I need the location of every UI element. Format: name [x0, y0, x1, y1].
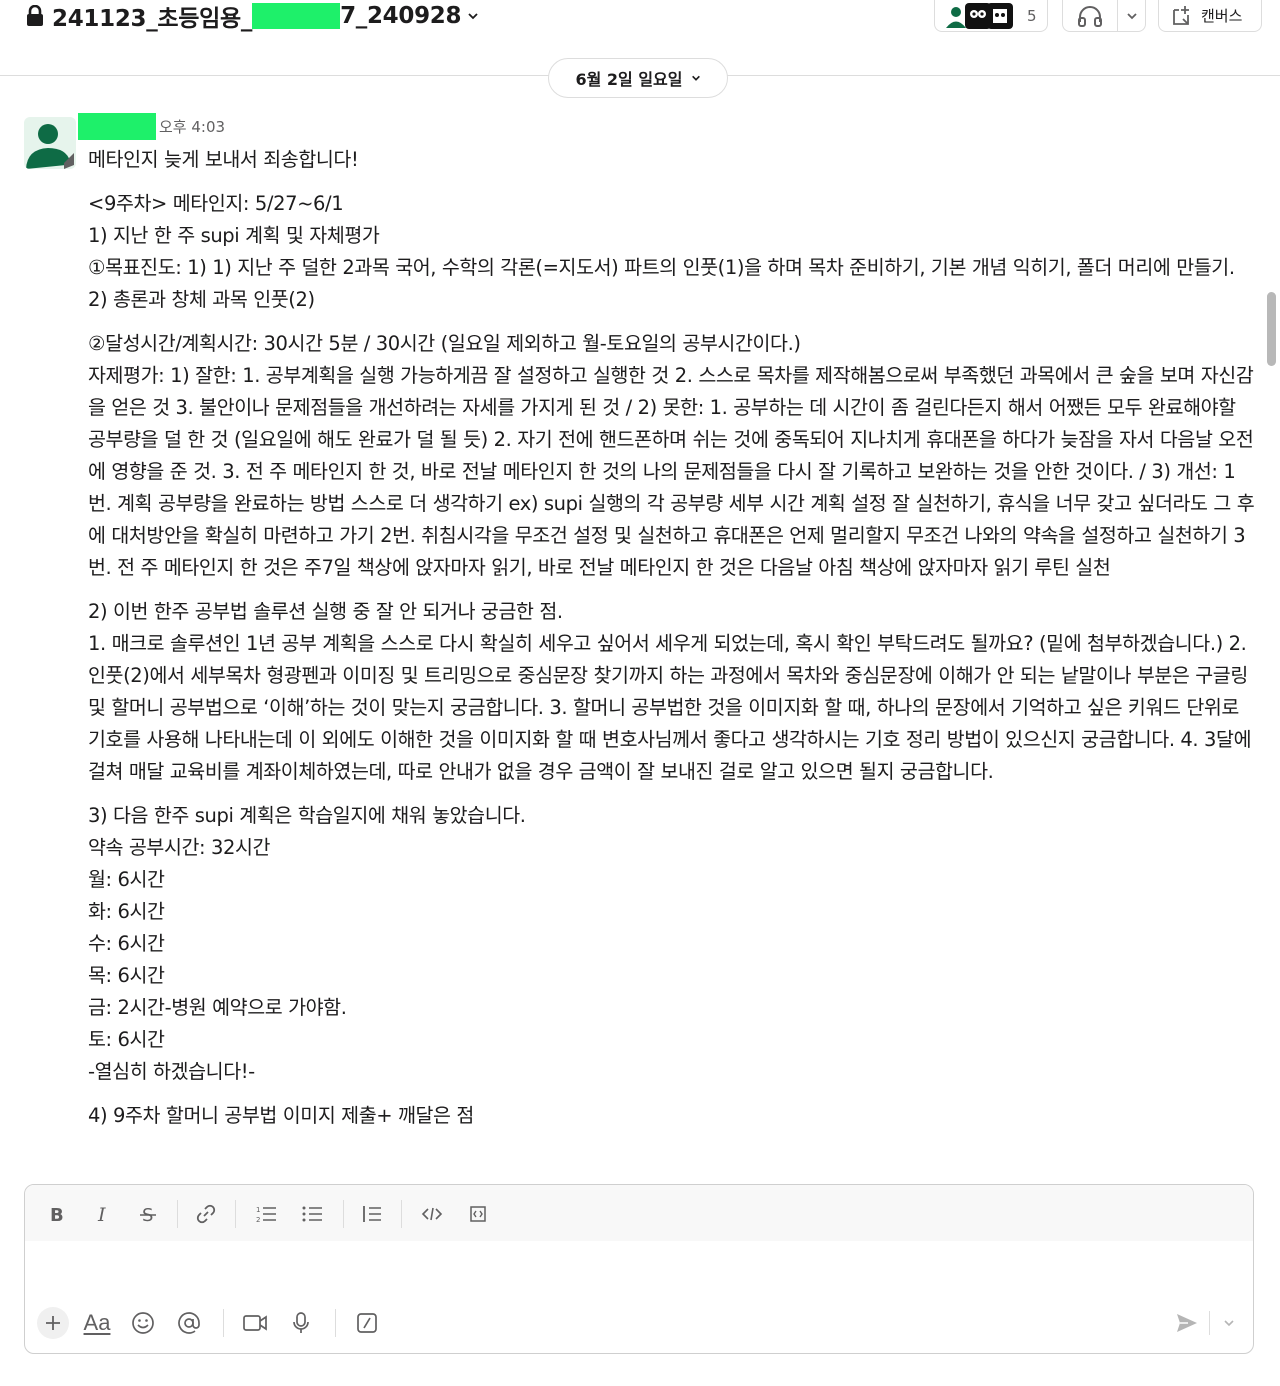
channel-name-suffix: 7_240928	[340, 3, 462, 29]
strikethrough-button[interactable]: S	[133, 1199, 163, 1229]
message-line: 금: 2시간-병원 예약으로 가야함.	[88, 996, 347, 1019]
strikethrough-icon: S	[140, 1205, 156, 1224]
message-line: -열심히 하겠습니다!-	[88, 1060, 255, 1083]
message-line: 토: 6시간	[88, 1028, 165, 1051]
message-header: 오후 4:03	[78, 112, 225, 140]
link-button[interactable]	[191, 1199, 221, 1229]
toolbar-divider	[1209, 1311, 1210, 1335]
message-line: 월: 6시간	[88, 868, 165, 891]
lock-icon	[27, 5, 43, 26]
message-input[interactable]	[25, 1241, 1253, 1303]
link-icon	[196, 1204, 216, 1224]
slash-command-icon	[357, 1313, 377, 1333]
message-line: 자제평가: 1) 잘한: 1. 공부계획을 실행 가능하게끔 잘 설정하고 실행…	[88, 364, 1255, 579]
members-button[interactable]: 5	[934, 0, 1048, 32]
member-count: 5	[1027, 6, 1037, 25]
svg-text:1: 1	[256, 1206, 260, 1214]
headphones-icon	[1078, 5, 1102, 27]
bold-icon: B	[50, 1205, 64, 1224]
message-line: 목: 6시간	[88, 964, 165, 987]
bold-button[interactable]: B	[41, 1199, 71, 1229]
audio-clip-button[interactable]	[285, 1307, 317, 1339]
message-line: 화: 6시간	[88, 900, 165, 923]
message-line: 2) 이번 한주 공부법 솔루션 실행 중 잘 안 되거나 궁금한 점.	[88, 600, 563, 623]
toolbar-divider	[223, 1309, 224, 1337]
message-line: 1. 매크로 솔루션인 1년 공부 계획을 스스로 다시 확실히 세우고 싶어서…	[88, 632, 1257, 783]
blockquote-icon	[363, 1206, 381, 1222]
message-line: 메타인지 늦게 보내서 죄송합니다!	[88, 148, 359, 171]
attach-button[interactable]	[37, 1307, 69, 1339]
video-clip-button[interactable]	[239, 1307, 271, 1339]
date-divider-button[interactable]: 6월 2일 일요일	[548, 58, 728, 98]
chevron-down-icon	[1126, 12, 1137, 19]
schedule-send-button[interactable]	[1213, 1307, 1245, 1339]
message-line: ①목표진도: 1) 1) 지난 주 덜한 2과목 국어, 수학의 각론(=지도서…	[88, 256, 1241, 311]
code-block-button[interactable]	[463, 1199, 493, 1229]
svg-text:B: B	[50, 1205, 64, 1224]
chevron-down-icon	[691, 75, 700, 81]
video-camera-icon	[243, 1315, 267, 1331]
emoji-button[interactable]	[127, 1307, 159, 1339]
toolbar-divider	[335, 1309, 336, 1337]
message-body: 메타인지 늦게 보내서 죄송합니다! <9주차> 메타인지: 5/27~6/1 …	[88, 144, 1258, 1182]
scrollbar-thumb[interactable]	[1267, 292, 1276, 366]
code-block-icon	[470, 1206, 486, 1222]
message-line: 약속 공부시간: 32시간	[88, 836, 271, 859]
chevron-down-icon	[468, 13, 478, 20]
svg-text:I: I	[97, 1204, 106, 1224]
send-button[interactable]	[1171, 1307, 1203, 1339]
message-line: 3) 다음 한주 supi 계획은 학습일지에 채워 놓았습니다.	[88, 804, 526, 827]
slash-command-button[interactable]	[351, 1307, 383, 1339]
ordered-list-button[interactable]: 1 2	[251, 1199, 281, 1229]
message-line: 1) 지난 한 주 supi 계획 및 자체평가	[88, 224, 380, 247]
mention-button[interactable]	[173, 1307, 205, 1339]
chevron-down-icon	[1224, 1320, 1234, 1327]
message-line: 4) 9주차 할머니 공부법 이미지 제출+ 깨달은 점	[88, 1104, 474, 1127]
microphone-icon	[293, 1312, 309, 1333]
toolbar-divider	[177, 1200, 178, 1228]
code-button[interactable]	[417, 1199, 447, 1229]
message-line: <9주차> 메타인지: 5/27~6/1	[88, 192, 344, 215]
canvas-icon	[1173, 5, 1189, 25]
plus-icon	[46, 1316, 60, 1330]
formatting-toggle-button[interactable]: Aa	[81, 1307, 113, 1339]
toolbar-divider	[343, 1200, 344, 1228]
code-icon	[421, 1207, 443, 1221]
blockquote-button[interactable]	[357, 1199, 387, 1229]
canvas-label: 캔버스	[1201, 7, 1243, 25]
bullet-list-icon	[302, 1206, 322, 1222]
channel-name-button[interactable]: 241123_초등임용_ 7_240928	[26, 0, 479, 32]
emoji-icon	[132, 1312, 154, 1334]
toolbar-divider	[235, 1200, 236, 1228]
channel-name-prefix: 241123_초등임용_	[52, 6, 253, 32]
message-composer: B I S 1 2 Aa	[24, 1184, 1254, 1354]
italic-icon: I	[97, 1204, 106, 1224]
date-label: 6월 2일 일요일	[575, 70, 683, 89]
message-line: ②달성시간/계획시간: 30시간 5분 / 30시간 (일요일 제외하고 월-토…	[88, 332, 801, 355]
ordered-list-icon: 1 2	[256, 1206, 276, 1224]
canvas-button[interactable]: 캔버스	[1158, 0, 1262, 32]
member-avatar-icon	[987, 2, 1013, 29]
send-icon	[1177, 1314, 1197, 1332]
svg-text:2: 2	[256, 1216, 260, 1224]
text-format-icon: Aa	[83, 1310, 111, 1335]
huddle-button[interactable]	[1063, 0, 1117, 31]
redacted-block	[252, 3, 341, 29]
huddle-options-button[interactable]	[1118, 0, 1145, 31]
user-avatar[interactable]	[24, 117, 76, 169]
message-line: 수: 6시간	[88, 932, 165, 955]
message-timestamp[interactable]: 오후 4:03	[159, 116, 225, 137]
redacted-username[interactable]	[78, 112, 156, 140]
toolbar-divider	[401, 1200, 402, 1228]
bullet-list-button[interactable]	[297, 1199, 327, 1229]
italic-button[interactable]: I	[87, 1199, 117, 1229]
huddle-button-group	[1062, 0, 1146, 32]
at-sign-icon	[178, 1312, 200, 1334]
channel-header: 241123_초등임용_ 7_240928 5 캔버스	[0, 0, 1280, 32]
